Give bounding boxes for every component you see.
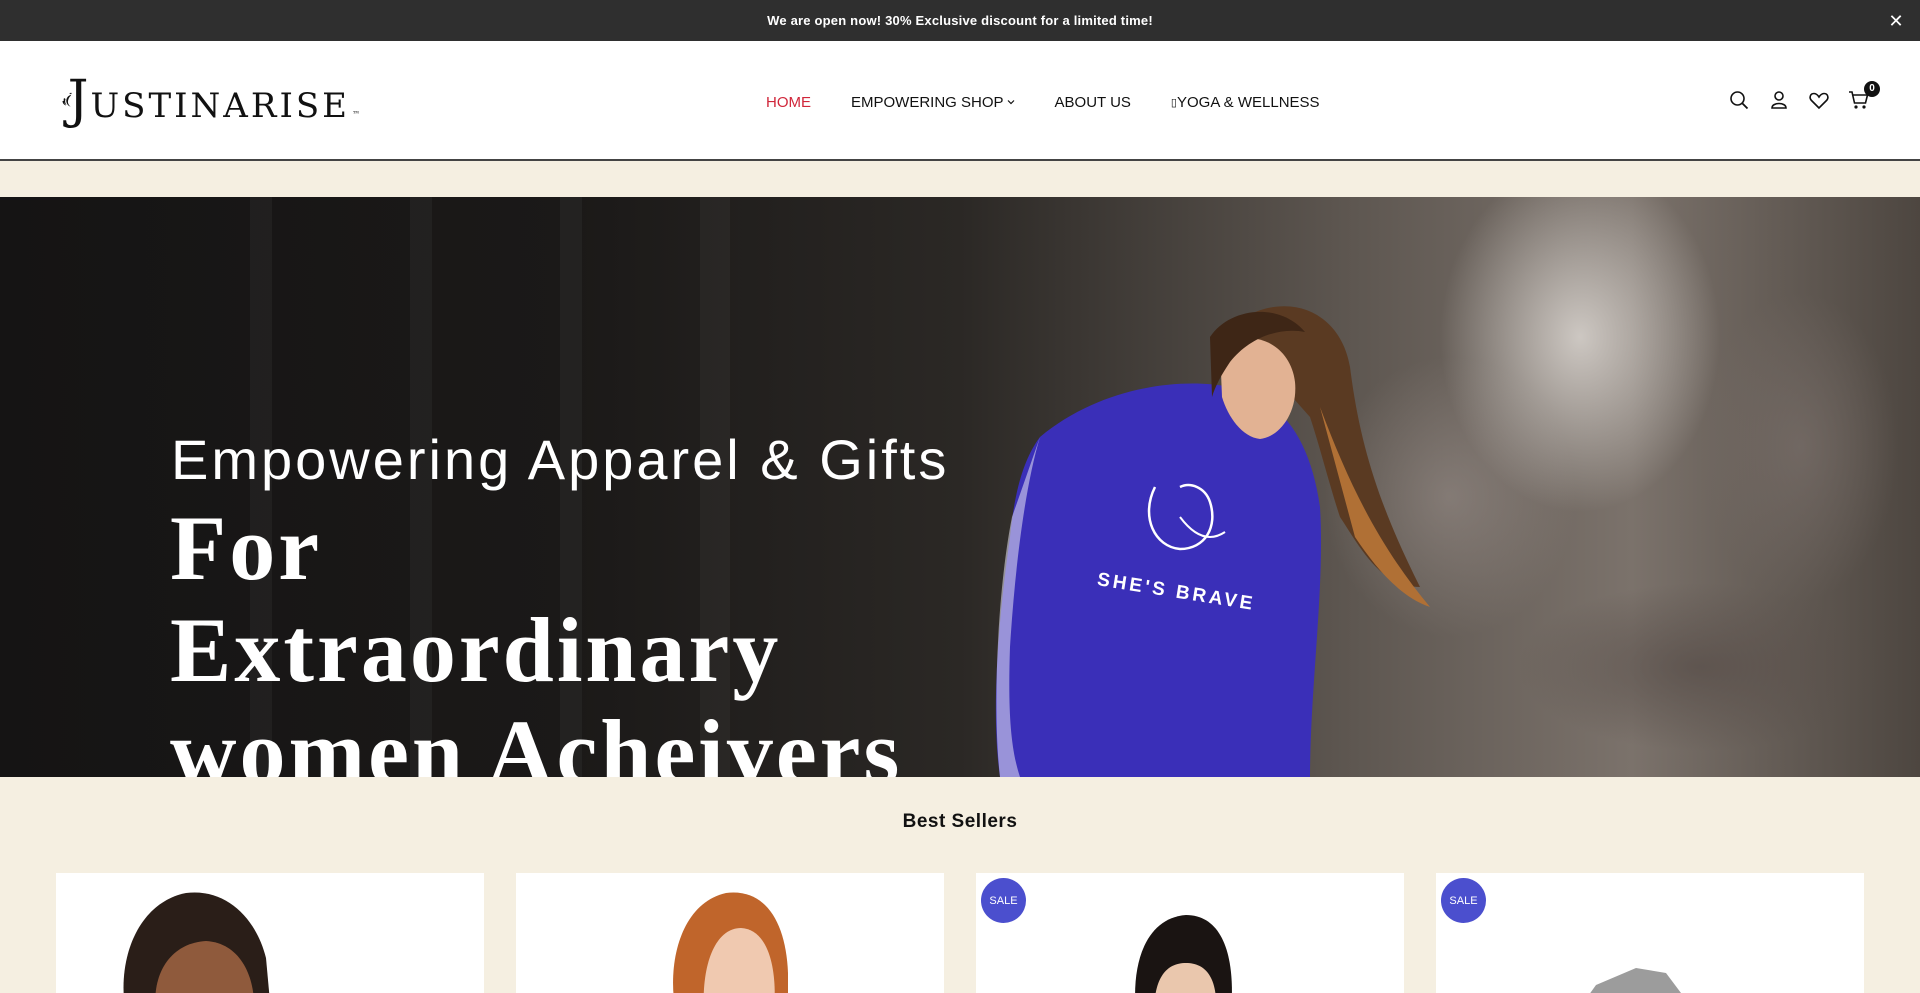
- logo-initial: J: [67, 70, 91, 130]
- nav-item-home[interactable]: HOME: [766, 94, 811, 111]
- product-card[interactable]: SALE: [976, 873, 1404, 993]
- logo-rest: USTINARISE: [90, 86, 350, 126]
- nav-item-label: YOGA & WELLNESS: [1176, 93, 1320, 111]
- hero-model-image: SHE'S BRAVE: [995, 306, 1430, 777]
- search-icon[interactable]: [1728, 89, 1750, 111]
- section-title: Best Sellers: [902, 811, 1018, 832]
- main-nav: HOME EMPOWERING SHOP ABOUT US ▯ YOGA & WE…: [766, 91, 1320, 113]
- hero-banner[interactable]: SHE'S BRAVE Empowering Apparel & Gifts F…: [0, 197, 1920, 777]
- product-image: [1135, 915, 1232, 993]
- logo[interactable]: J USTINARISE ™: [62, 69, 362, 131]
- hero-title: For Extraordinary women Acheivers: [170, 497, 903, 777]
- product-card[interactable]: [56, 873, 484, 993]
- logo-wordmark: J USTINARISE ™: [68, 70, 362, 130]
- product-grid: SALE SALE: [56, 873, 1864, 993]
- user-icon[interactable]: [1768, 89, 1790, 111]
- announcement-text: We are open now! 30% Exclusive discount …: [767, 13, 1153, 28]
- product-card[interactable]: [516, 873, 944, 993]
- sale-badge: SALE: [981, 878, 1026, 923]
- chevron-down-icon: [1007, 100, 1014, 105]
- hero-subtitle: Empowering Apparel & Gifts: [171, 428, 950, 491]
- logo-trademark: ™: [352, 110, 362, 119]
- announcement-bar: We are open now! 30% Exclusive discount …: [0, 0, 1920, 41]
- heart-icon[interactable]: [1808, 89, 1830, 111]
- nav-item-yoga-wellness[interactable]: ▯ YOGA & WELLNESS: [1171, 94, 1320, 111]
- product-card[interactable]: SALE: [1436, 873, 1864, 993]
- sale-badge: SALE: [1441, 878, 1486, 923]
- site-header: J USTINARISE ™ HOME EMPOWERING SHOP ABOU…: [0, 41, 1920, 161]
- nav-item-label: EMPOWERING SHOP: [851, 93, 1004, 111]
- close-icon[interactable]: ✕: [1886, 11, 1906, 31]
- nav-item-empowering-shop[interactable]: EMPOWERING SHOP: [851, 94, 1015, 111]
- cart-count-badge: 0: [1864, 81, 1880, 97]
- header-icons: 0: [1728, 81, 1880, 111]
- product-image: [1590, 968, 1681, 993]
- nav-item-about-us[interactable]: ABOUT US: [1055, 94, 1131, 111]
- cart-button[interactable]: 0: [1848, 81, 1880, 111]
- product-image: [673, 892, 788, 993]
- product-image: [123, 892, 270, 993]
